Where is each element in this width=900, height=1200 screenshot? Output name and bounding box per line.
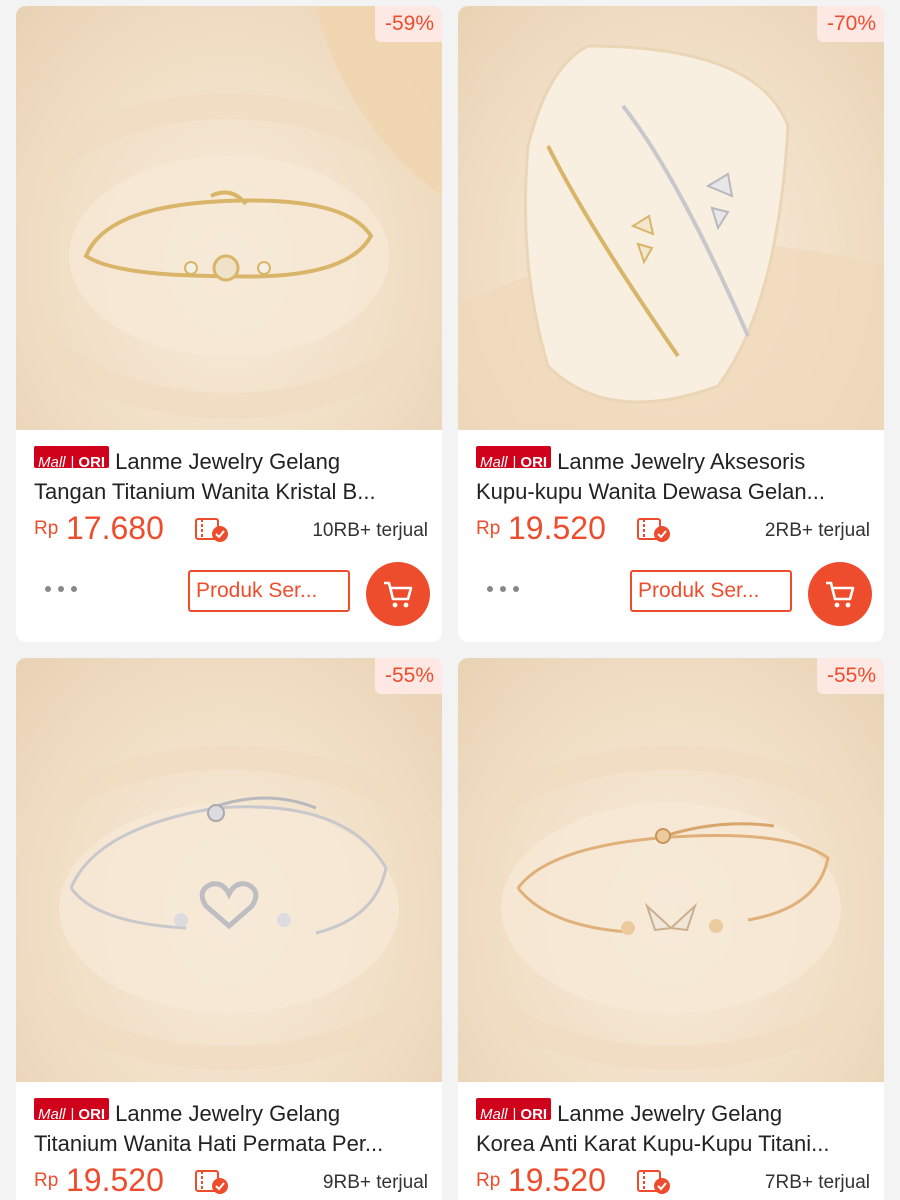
product-title[interactable]: Mall | ORI Lanme Jewelry Gelang Korea Anti … <box>476 1098 870 1158</box>
sold-count: 9RB+ terjual <box>322 1172 428 1193</box>
voucher-check-icon <box>637 1170 670 1194</box>
price-row: Rp 17.680 10RB+ terjual <box>34 510 428 554</box>
product-title[interactable]: Mall | ORI Lanme Jewelry Gelang Tangan Tita… <box>34 446 428 506</box>
price-currency: Rp <box>34 518 59 539</box>
add-to-cart-button[interactable] <box>808 562 872 626</box>
mall-ori-badge: Mall | ORI <box>476 446 552 468</box>
mall-ori-badge: Mall | ORI <box>34 1098 110 1120</box>
add-to-cart-button[interactable] <box>366 562 430 626</box>
discount-badge: -55% <box>374 658 442 694</box>
cart-icon <box>384 581 413 608</box>
more-options-icon[interactable] <box>44 584 78 594</box>
price-currency: Rp <box>476 1170 501 1191</box>
mall-ori-badge: Mall | ORI <box>34 446 110 468</box>
product-image[interactable]: -55% <box>16 658 442 1082</box>
product-image[interactable]: -59% <box>16 6 442 430</box>
sold-count: 7RB+ terjual <box>764 1172 870 1193</box>
product-card[interactable]: -70% Mall | ORI Lanme Jewelry Aksesoris Kup… <box>458 6 884 642</box>
product-title[interactable]: Mall | ORI Lanme Jewelry Gelang Titanium Wa… <box>34 1098 428 1158</box>
discount-badge: -59% <box>374 6 442 42</box>
voucher-check-icon <box>637 518 670 542</box>
voucher-check-icon <box>195 518 228 542</box>
price-row: Rp 19.520 9RB+ terjual <box>34 1162 428 1200</box>
mall-ori-badge: Mall | ORI <box>476 1098 552 1120</box>
price-currency: Rp <box>34 1170 59 1191</box>
product-card[interactable]: -55% Mall | ORI Lanme Jewelry Gelang Titani… <box>16 658 442 1200</box>
price-amount: 17.680 <box>66 510 164 546</box>
product-card[interactable]: -55% Mall | ORI Lanme Jewelry Gelang Korea … <box>458 658 884 1200</box>
more-options-icon[interactable] <box>486 584 520 594</box>
product-image[interactable]: -55% <box>458 658 884 1082</box>
price-row: Rp 19.520 2RB+ terjual <box>476 510 870 554</box>
similar-products-button[interactable]: Produk Ser... <box>630 570 792 612</box>
price-currency: Rp <box>476 518 501 539</box>
product-grid: -59% Mall | ORI Lanme Jewelry Gelang Tangan… <box>0 0 900 1200</box>
price-amount: 19.520 <box>508 1162 606 1198</box>
sold-count: 10RB+ terjual <box>312 520 428 541</box>
discount-badge: -70% <box>816 6 884 42</box>
similar-products-button[interactable]: Produk Ser... <box>188 570 350 612</box>
product-title[interactable]: Mall | ORI Lanme Jewelry Aksesoris Kupu-kup… <box>476 446 870 506</box>
sold-count: 2RB+ terjual <box>764 520 870 541</box>
product-card[interactable]: -59% Mall | ORI Lanme Jewelry Gelang Tangan… <box>16 6 442 642</box>
price-amount: 19.520 <box>66 1162 164 1198</box>
product-image[interactable]: -70% <box>458 6 884 430</box>
price-row: Rp 19.520 7RB+ terjual <box>476 1162 870 1200</box>
voucher-check-icon <box>195 1170 228 1194</box>
cart-icon <box>826 581 855 608</box>
price-amount: 19.520 <box>508 510 606 546</box>
discount-badge: -55% <box>816 658 884 694</box>
